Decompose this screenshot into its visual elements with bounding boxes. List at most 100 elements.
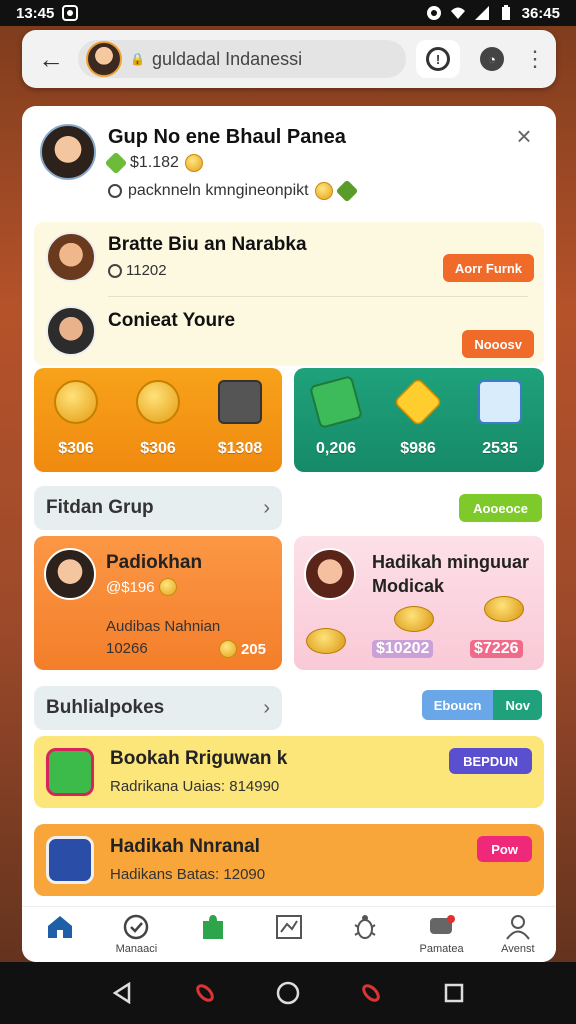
tile-item: $1308 bbox=[202, 380, 278, 458]
profile-name: Gup No ene Bhaul Panea bbox=[108, 126, 346, 148]
card-value-right: $7226 bbox=[470, 640, 523, 658]
chat-icon bbox=[428, 913, 456, 941]
list-title: Hadikah Nnranal bbox=[110, 836, 260, 857]
friend-action-button[interactable]: Aorr Furnk bbox=[442, 254, 534, 282]
system-home-button[interactable] bbox=[274, 979, 302, 1007]
coin-icon bbox=[184, 154, 203, 172]
status-right-time: 36:45 bbox=[521, 4, 560, 22]
tile-item: $986 bbox=[380, 377, 456, 458]
tile-value: 0,206 bbox=[315, 440, 357, 457]
friend-action-button[interactable]: Nooosv bbox=[462, 330, 534, 358]
info-circle-icon bbox=[108, 184, 122, 198]
profile-coins: $1.182 bbox=[104, 151, 203, 175]
section-action-button[interactable]: Aooeoce bbox=[459, 494, 542, 522]
close-icon: × bbox=[516, 121, 532, 151]
back-button[interactable]: ← bbox=[34, 42, 68, 76]
card-title: Hadikah minguuar Modicak bbox=[372, 552, 530, 596]
list-action-button[interactable]: BEPDUN bbox=[449, 748, 532, 774]
tile-value: $306 bbox=[58, 440, 94, 457]
user-icon bbox=[504, 913, 532, 941]
system-app-shortcut-2[interactable] bbox=[357, 979, 385, 1007]
friend-avatar bbox=[46, 306, 96, 356]
card-avatar bbox=[44, 548, 96, 600]
reward-card-pink[interactable]: Hadikah minguuar Modicak $10202 $7226 bbox=[294, 536, 544, 670]
nav-label: Manaaci bbox=[115, 943, 158, 955]
friend-row[interactable]: Bratte Biu an Narabka 11202 Aorr Furnk bbox=[34, 222, 544, 292]
profile-avatar[interactable] bbox=[40, 124, 96, 180]
friends-panel: Bratte Biu an Narabka 11202 Aorr Furnk C… bbox=[34, 222, 544, 366]
cash-icon bbox=[309, 375, 363, 429]
nav-bug[interactable] bbox=[335, 913, 395, 956]
alarm-icon bbox=[426, 5, 442, 21]
card-bonus: 205 bbox=[218, 640, 266, 658]
friend-row[interactable]: Conieat Youre Nooosv bbox=[34, 296, 544, 366]
chart-icon bbox=[275, 913, 303, 941]
wifi-icon bbox=[450, 5, 466, 21]
tile-value: $1308 bbox=[217, 440, 263, 457]
toggle-option-b[interactable]: Nov bbox=[493, 690, 542, 720]
main-sheet: Gup No ene Bhaul Panea $1.182 packnneln … bbox=[22, 106, 556, 962]
cup-icon bbox=[478, 380, 522, 424]
more-menu-icon[interactable]: ⋮ bbox=[524, 46, 546, 72]
arrow-left-icon: ← bbox=[38, 43, 64, 74]
info-button[interactable]: ! bbox=[416, 40, 460, 78]
profile-description-text: packnneln kmngineonpikt bbox=[128, 182, 309, 199]
list-action-button[interactable]: Pow bbox=[477, 836, 532, 862]
system-recents-button[interactable] bbox=[440, 979, 468, 1007]
chest-icon bbox=[218, 380, 262, 424]
section-header[interactable]: Fitdan Grup › bbox=[34, 486, 282, 530]
nav-label: Pamatea bbox=[419, 943, 464, 955]
nav-label bbox=[30, 943, 90, 956]
reward-card-orange[interactable]: Padiokhan @$196 Audibas Nahnian 10266 20… bbox=[34, 536, 282, 670]
section-toggle: Eboucn Nov bbox=[421, 690, 542, 720]
triangle-back-icon bbox=[112, 982, 130, 1004]
list-item[interactable]: Bookah Rriguwan k Radrikana Uaias: 81499… bbox=[34, 736, 544, 808]
nav-home[interactable] bbox=[30, 913, 90, 956]
address-bar[interactable]: 🔒 guldadal Indanessi bbox=[78, 40, 406, 78]
url-text: guldadal Indanessi bbox=[152, 48, 303, 69]
friend-name: Bratte Biu an Narabka bbox=[108, 234, 307, 255]
card-sub: @$196 bbox=[106, 578, 177, 596]
tile-value: $306 bbox=[140, 440, 176, 457]
app-ring-icon bbox=[196, 984, 214, 1002]
nav-avenst[interactable]: Avenst bbox=[488, 913, 548, 956]
close-button[interactable]: × bbox=[510, 122, 538, 150]
profile-header: Gup No ene Bhaul Panea $1.182 packnneln … bbox=[38, 120, 538, 210]
list-title: Bookah Rriguwan k bbox=[110, 748, 288, 769]
profile-coins-value: $1.182 bbox=[130, 154, 179, 171]
site-avatar bbox=[86, 41, 122, 77]
browser-toolbar: ← 🔒 guldadal Indanessi ! ◔ ⋮ bbox=[22, 30, 556, 88]
card-value-left: $10202 bbox=[372, 640, 434, 658]
toggle-option-a[interactable]: Eboucn bbox=[421, 690, 494, 720]
tile-value: $986 bbox=[400, 440, 436, 457]
wallet-icon bbox=[46, 748, 94, 796]
clock-button[interactable]: ◔ bbox=[470, 40, 514, 78]
system-app-shortcut[interactable] bbox=[191, 979, 219, 1007]
nav-pamatea[interactable]: Pamatea bbox=[412, 913, 472, 956]
card-note: Audibas Nahnian bbox=[106, 618, 221, 635]
nav-label: Avenst bbox=[501, 943, 535, 955]
nav-manaaci[interactable]: Manaaci bbox=[106, 913, 166, 956]
lock-icon: 🔒 bbox=[130, 52, 145, 66]
section-header[interactable]: Buhlialpokes › bbox=[34, 686, 282, 730]
nav-chart[interactable] bbox=[259, 913, 319, 956]
card-sub-value: @$196 bbox=[106, 578, 155, 596]
clock-icon bbox=[108, 263, 122, 278]
chevron-right-icon: › bbox=[263, 496, 270, 519]
card-icon bbox=[46, 836, 94, 884]
system-back-button[interactable] bbox=[108, 979, 136, 1007]
card-note-2: 10266 bbox=[106, 640, 148, 657]
nav-label bbox=[183, 943, 243, 956]
reward-tile-green[interactable]: 0,206 $986 2535 bbox=[294, 368, 544, 472]
hammer-icon bbox=[335, 179, 358, 203]
coin-stack-icon bbox=[136, 380, 180, 424]
list-item[interactable]: Hadikah Nnranal Hadikans Batas: 12090 Po… bbox=[34, 824, 544, 896]
coin-icon bbox=[314, 182, 333, 200]
friend-sub: 11202 bbox=[108, 262, 167, 279]
tile-item: 0,206 bbox=[298, 375, 374, 458]
coin-tile-orange[interactable]: $306 $306 $1308 bbox=[34, 368, 282, 472]
square-recents-icon bbox=[445, 983, 464, 1003]
nav-puzzle[interactable] bbox=[183, 913, 243, 956]
signal-icon bbox=[474, 5, 490, 21]
chevron-right-icon: › bbox=[263, 696, 270, 719]
